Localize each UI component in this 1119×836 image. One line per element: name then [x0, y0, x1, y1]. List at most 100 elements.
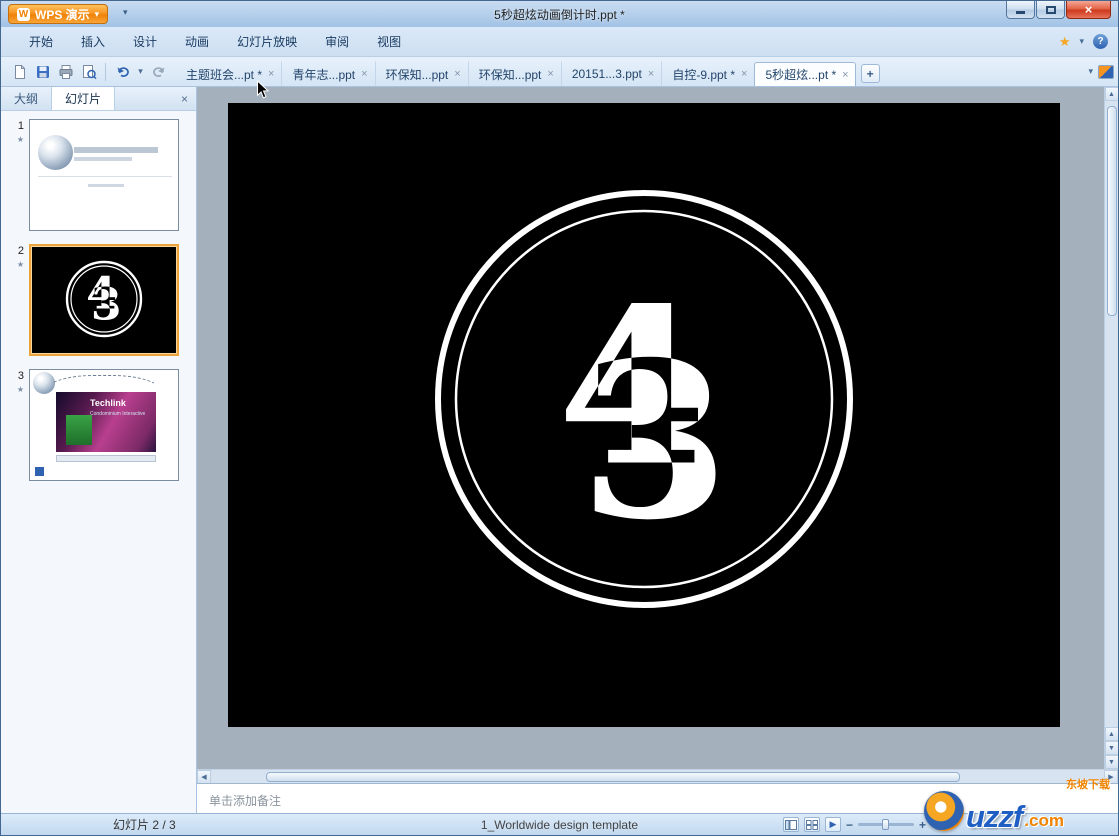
hyperlink-icon [35, 467, 44, 476]
tab-list-dropdown[interactable]: ▾ [1088, 66, 1093, 77]
slide-thumbnail-3[interactable]: Techlink Condominium Interactive [29, 369, 179, 481]
save-icon [36, 65, 49, 78]
slide-number: 2 [17, 245, 24, 257]
content-area: 大纲 幻灯片 × 1 ★ 2 ★ 4 3 3 ★ Techlink Condom… [1, 87, 1118, 813]
slide-sorter-view-button[interactable] [803, 817, 820, 832]
thumbnail-image: Techlink Condominium Interactive [56, 392, 156, 452]
uzzf-watermark: 东坡下载 uzzf .com [922, 776, 1114, 834]
menu-item-view[interactable]: 视图 [363, 28, 415, 55]
watermark-brand: uzzf [966, 799, 1023, 835]
vertical-scrollbar-thumb[interactable] [1106, 106, 1117, 316]
close-tab-icon[interactable]: × [842, 69, 848, 81]
slide-row-3: 3 ★ Techlink Condominium Interactive [3, 369, 192, 481]
thumbnail-list: 1 ★ 2 ★ 4 3 3 ★ Techlink Condominium Int… [1, 111, 196, 813]
slide-viewport: 4 3 [197, 87, 1104, 769]
animation-star-icon: ★ [16, 135, 24, 144]
notes-placeholder: 单击添加备注 [209, 794, 282, 808]
star-icon[interactable]: ★ [1059, 34, 1071, 50]
window-title: 5秒超炫动画倒计时.ppt * [494, 8, 625, 22]
new-file-icon [14, 64, 25, 79]
horizontal-scrollbar-thumb[interactable] [266, 772, 960, 782]
undo-dropdown[interactable]: ▾ [135, 61, 146, 82]
print-icon [59, 64, 72, 79]
menu-item-slideshow[interactable]: 幻灯片放映 [223, 28, 311, 55]
uzzf-logo-icon [924, 791, 964, 831]
tab-slides[interactable]: 幻灯片 [51, 87, 116, 110]
previous-slide-button[interactable]: ▲ [1104, 727, 1118, 741]
document-tab-bar: 主题班会...pt * × 青年志...ppt × 环保知...ppt × 环保… [175, 57, 1084, 86]
window-controls: × [1006, 1, 1111, 19]
chevron-down-icon[interactable]: ▾ [1079, 36, 1084, 47]
countdown-digits: 4 3 [557, 260, 730, 568]
slide-panel: 大纲 幻灯片 × 1 ★ 2 ★ 4 3 3 ★ Techlink Condom… [1, 87, 197, 813]
redo-icon [152, 66, 164, 77]
scroll-up-button[interactable]: ▲ [1104, 87, 1118, 101]
menu-bar: 开始 插入 设计 动画 幻灯片放映 审阅 视图 ★ ▾ ? [1, 27, 1118, 57]
title-bar: W WPS 演示 ▾ ▾ 5秒超炫动画倒计时.ppt * × [1, 1, 1118, 27]
main-area: 4 3 ▲ ▲ ▼ ▼ ◀ ▶ 单击添加备注 [197, 87, 1118, 813]
menu-item-review[interactable]: 审阅 [311, 28, 363, 55]
minimize-button[interactable] [1006, 1, 1035, 19]
toolbar-right-icons: ▾ [1088, 64, 1114, 79]
next-slide-button[interactable]: ▼ [1104, 741, 1118, 755]
help-icon[interactable]: ? [1093, 34, 1108, 49]
quick-tool-icons: ▾ [9, 61, 169, 82]
menu-item-start[interactable]: 开始 [15, 28, 67, 55]
scroll-down-button[interactable]: ▼ [1104, 755, 1118, 769]
zoom-slider[interactable] [857, 819, 914, 830]
slide-panel-header: 大纲 幻灯片 × [1, 87, 196, 111]
new-tab-button[interactable]: + [860, 64, 880, 83]
doc-tab-4[interactable]: 环保知...ppt × [467, 61, 561, 86]
maximize-icon [1045, 5, 1056, 14]
zoom-out-button[interactable]: − [846, 818, 853, 832]
skin-icon[interactable] [1098, 64, 1114, 79]
slide-number: 1 [17, 120, 24, 132]
minimize-icon [1016, 11, 1025, 14]
close-tab-icon[interactable]: × [361, 68, 367, 80]
close-tab-icon[interactable]: × [648, 68, 654, 80]
slide-row-1: 1 ★ [3, 119, 192, 231]
mouse-cursor-icon [256, 79, 270, 103]
watermark-site-name: 东坡下载 [1066, 779, 1110, 791]
slide-thumbnail-2-selected[interactable]: 4 3 [29, 244, 179, 356]
doc-tab-3[interactable]: 环保知...ppt × [374, 61, 468, 86]
wps-presentation-window: W WPS 演示 ▾ ▾ 5秒超炫动画倒计时.ppt * × 开始 插入 设计 … [0, 0, 1119, 836]
menu-right-icons: ★ ▾ ? [1059, 27, 1108, 56]
slideshow-button[interactable]: ▶ [824, 817, 841, 832]
doc-tab-2[interactable]: 青年志...ppt × [281, 61, 374, 86]
doc-tab-6[interactable]: 自控-9.ppt * × [661, 61, 754, 86]
close-tab-icon[interactable]: × [454, 68, 460, 80]
zoom-slider-thumb[interactable] [881, 819, 889, 830]
menu-item-animation[interactable]: 动画 [171, 28, 223, 55]
menu-item-insert[interactable]: 插入 [67, 28, 119, 55]
close-pane-icon[interactable]: × [173, 87, 196, 110]
doc-tab-5[interactable]: 20151...3.ppt × [560, 61, 662, 86]
tab-outline[interactable]: 大纲 [1, 87, 51, 110]
close-button[interactable]: × [1066, 1, 1111, 19]
animation-star-icon: ★ [16, 260, 24, 269]
chevron-down-icon: ▾ [138, 66, 143, 76]
save-button[interactable] [32, 61, 53, 82]
menu-item-design[interactable]: 设计 [119, 28, 171, 55]
scroll-left-button[interactable]: ◀ [197, 770, 211, 784]
doc-tab-7-active[interactable]: 5秒超炫...pt * × [754, 62, 856, 86]
maximize-button[interactable] [1036, 1, 1065, 19]
close-tab-icon[interactable]: × [741, 68, 747, 80]
undo-button[interactable] [112, 61, 133, 82]
toolbar: ▾ 主题班会...pt * × 青年志...ppt × 环保知...ppt × … [1, 57, 1118, 87]
normal-view-icon [784, 819, 797, 830]
normal-view-button[interactable] [782, 817, 799, 832]
close-tab-icon[interactable]: × [547, 68, 553, 80]
watermark-domain: .com [1024, 811, 1064, 831]
redo-button[interactable] [148, 61, 169, 82]
print-button[interactable] [55, 61, 76, 82]
close-tab-icon[interactable]: × [268, 68, 274, 80]
slide-sorter-icon [805, 819, 818, 830]
print-preview-button[interactable] [78, 61, 99, 82]
new-file-button[interactable] [9, 61, 30, 82]
slide-thumbnail-1[interactable] [29, 119, 179, 231]
slide-number: 3 [17, 370, 24, 382]
print-preview-icon [82, 64, 97, 79]
slide-canvas[interactable]: 4 3 [228, 103, 1060, 727]
globe-icon [38, 135, 73, 170]
